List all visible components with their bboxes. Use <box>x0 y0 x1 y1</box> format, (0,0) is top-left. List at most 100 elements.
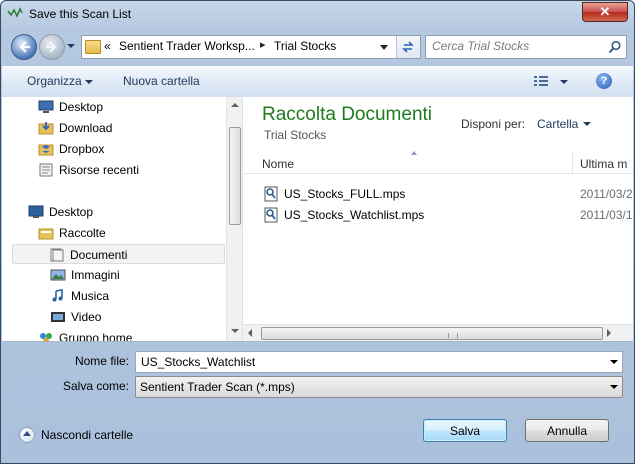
nav-item-pictures[interactable]: Immagini <box>2 265 226 285</box>
scroll-left-arrow[interactable] <box>248 329 252 337</box>
browser-content: Desktop Download Dropbox Risorse recenti… <box>2 97 633 342</box>
recent-locations-dropdown[interactable] <box>67 44 75 48</box>
column-divider[interactable] <box>572 151 573 173</box>
scroll-up-arrow[interactable] <box>231 103 239 107</box>
save-dialog-window: Save this Scan List ✕ « Sentient Trader … <box>0 0 635 464</box>
filename-label: Nome file: <box>74 354 129 368</box>
sort-indicator-icon <box>411 151 417 155</box>
navigation-scrollbar[interactable] <box>226 97 242 341</box>
back-arrow-icon <box>19 41 30 53</box>
view-options-icon[interactable] <box>534 75 548 87</box>
documents-icon <box>50 248 64 262</box>
file-row[interactable]: US_Stocks_FULL.mps 2011/03/2 <box>262 184 633 204</box>
nav-item-label: Download <box>59 121 113 135</box>
horizontal-scroll-thumb[interactable] <box>261 327 603 340</box>
file-name: US_Stocks_FULL.mps <box>284 187 406 201</box>
save-button[interactable]: Salva <box>423 419 507 442</box>
homegroup-icon <box>40 333 52 341</box>
file-date: 2011/03/1 <box>580 208 633 222</box>
arrange-by-dropdown[interactable]: Cartella <box>537 117 578 131</box>
app-icon <box>7 7 23 18</box>
scan-file-icon <box>264 207 278 223</box>
file-row[interactable]: US_Stocks_Watchlist.mps 2011/03/1 <box>262 205 633 225</box>
save-as-type-select[interactable]: Sentient Trader Scan (*.mps) <box>135 376 623 398</box>
music-icon <box>52 289 63 302</box>
filename-value[interactable]: US_Stocks_Watchlist <box>141 355 255 369</box>
filename-field[interactable]: US_Stocks_Watchlist <box>135 351 623 373</box>
nav-item-label: Desktop <box>49 205 94 219</box>
hide-folders-label: Nascondi cartelle <box>41 428 134 442</box>
recent-places-icon <box>39 163 53 177</box>
nav-item-label: Documenti <box>70 248 128 262</box>
nav-item-label: Gruppo home <box>59 331 133 341</box>
scroll-right-arrow[interactable] <box>607 329 611 337</box>
refresh-button[interactable] <box>396 36 420 58</box>
dropbox-icon <box>38 144 54 156</box>
pictures-icon <box>50 269 66 281</box>
column-header-date[interactable]: Ultima m <box>580 157 627 171</box>
cancel-button[interactable]: Annulla <box>525 419 609 442</box>
nav-item-dropbox[interactable]: Dropbox <box>2 139 226 159</box>
scroll-thumb[interactable] <box>229 127 241 225</box>
arrange-by-label: Disponi per: <box>461 117 526 131</box>
close-button[interactable]: ✕ <box>582 2 628 22</box>
new-folder-button[interactable]: Nuova cartella <box>123 74 200 88</box>
nav-item-label: Risorse recenti <box>59 163 140 177</box>
view-dropdown-arrow[interactable] <box>560 80 568 84</box>
nav-item-label: Raccolte <box>59 226 106 240</box>
nav-item-label: Video <box>71 310 102 324</box>
chevron-down-icon[interactable] <box>583 122 591 126</box>
address-bar[interactable]: « Sentient Trader Worksp... ▸ Trial Stoc… <box>81 35 421 59</box>
library-subtitle: Trial Stocks <box>264 128 327 142</box>
file-list-pane: Raccolta Documenti Trial Stocks Disponi … <box>243 97 633 341</box>
scan-file-icon <box>264 186 278 202</box>
desktop-icon <box>38 100 54 113</box>
collapse-up-icon <box>19 427 35 443</box>
nav-item-label: Dropbox <box>59 142 105 156</box>
nav-item-homegroup[interactable]: Gruppo home <box>2 328 226 341</box>
search-input[interactable] <box>432 39 602 53</box>
save-as-type-label: Salva come: <box>62 379 129 393</box>
nav-item-desktop-favorite[interactable]: Desktop <box>2 97 226 117</box>
scroll-down-arrow[interactable] <box>231 329 239 333</box>
organize-menu[interactable]: Organizza <box>27 74 82 88</box>
forward-button[interactable] <box>39 34 65 60</box>
save-as-type-value: Sentient Trader Scan (*.mps) <box>140 380 295 394</box>
filename-dropdown-arrow[interactable] <box>610 360 618 364</box>
nav-item-libraries[interactable]: Raccolte <box>2 223 226 243</box>
file-list-horizontal-scrollbar[interactable] <box>243 324 633 341</box>
video-icon <box>51 312 65 322</box>
desktop-icon <box>28 205 44 218</box>
address-dropdown-arrow[interactable] <box>380 45 388 50</box>
libraries-icon <box>38 228 54 240</box>
breadcrumb-separator[interactable]: ▸ <box>260 38 266 51</box>
navigation-row: « Sentient Trader Worksp... ▸ Trial Stoc… <box>1 31 634 63</box>
nav-item-label: Desktop <box>59 100 104 114</box>
chevron-down-icon[interactable] <box>610 385 618 389</box>
breadcrumb-overflow[interactable]: « <box>104 39 111 53</box>
column-header-name[interactable]: Nome <box>262 157 294 171</box>
search-box[interactable] <box>425 35 627 59</box>
file-date: 2011/03/2 <box>580 187 633 201</box>
nav-item-documents[interactable]: Documenti <box>12 244 225 264</box>
organize-dropdown-arrow[interactable] <box>85 80 93 84</box>
help-icon[interactable]: ? <box>596 73 612 89</box>
title-bar: Save this Scan List ✕ <box>1 1 634 27</box>
command-toolbar: Organizza Nuova cartella ? <box>2 66 633 98</box>
column-header-row: Nome Ultima m <box>243 149 633 174</box>
download-folder-icon <box>38 122 54 135</box>
nav-item-label: Musica <box>71 289 110 303</box>
nav-item-video[interactable]: Video <box>2 307 226 327</box>
breadcrumb-trial-stocks[interactable]: Trial Stocks <box>274 39 336 53</box>
library-title: Raccolta Documenti <box>262 104 433 125</box>
nav-item-download[interactable]: Download <box>2 118 226 138</box>
nav-item-recent-places[interactable]: Risorse recenti <box>2 160 226 180</box>
folder-icon <box>85 40 101 54</box>
scroll-grip <box>448 333 458 338</box>
nav-item-music[interactable]: Musica <box>2 286 226 306</box>
file-name: US_Stocks_Watchlist.mps <box>284 208 425 222</box>
refresh-icon <box>402 41 414 53</box>
nav-item-desktop[interactable]: Desktop <box>2 202 226 222</box>
breadcrumb-workspace[interactable]: Sentient Trader Worksp... <box>119 39 255 53</box>
back-button[interactable] <box>11 34 37 60</box>
